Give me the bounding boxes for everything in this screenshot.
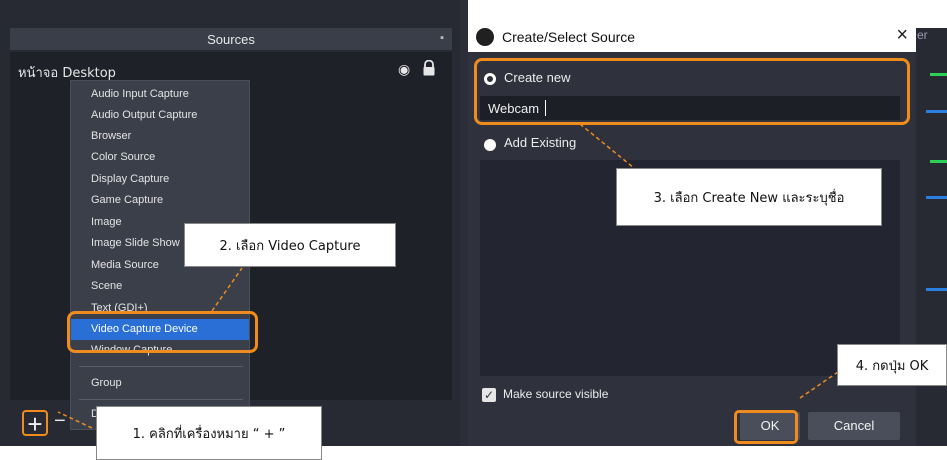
menu-item-display-capture[interactable]: Display Capture bbox=[71, 169, 249, 190]
dialog-title: Create/Select Source bbox=[502, 29, 636, 45]
annotation-step-3: 3. เลือก Create New และระบุชื่อ bbox=[616, 168, 882, 226]
menu-item-audio-input-capture[interactable]: Audio Input Capture bbox=[71, 84, 249, 105]
volume-slider-bar[interactable] bbox=[926, 288, 947, 291]
volume-slider-bar[interactable] bbox=[926, 196, 947, 199]
annotation-step-2: 2. เลือก Video Capture bbox=[184, 223, 396, 267]
volume-meter-bar bbox=[930, 73, 947, 76]
make-visible-label[interactable]: Make source visible bbox=[503, 387, 608, 401]
sources-dock-header: Sources ▪ bbox=[10, 28, 452, 50]
cancel-button[interactable]: Cancel bbox=[808, 412, 900, 440]
annotation-step-1: 1. คลิกที่เครื่องหมาย “ + ” bbox=[96, 406, 322, 460]
obs-logo-icon bbox=[476, 28, 494, 46]
volume-meter-bar bbox=[930, 160, 947, 163]
add-existing-label[interactable]: Add Existing bbox=[504, 135, 576, 150]
menu-separator bbox=[79, 399, 243, 400]
sources-dock-title: Sources bbox=[207, 31, 255, 47]
source-item-desktop[interactable]: หน้าจอ Desktop bbox=[18, 62, 448, 81]
close-icon[interactable]: × bbox=[896, 24, 908, 47]
menu-item-game-capture[interactable]: Game Capture bbox=[71, 190, 249, 211]
menu-item-browser[interactable]: Browser bbox=[71, 126, 249, 147]
visibility-eye-icon[interactable]: ◉ bbox=[398, 61, 410, 78]
menu-item-scene[interactable]: Scene bbox=[71, 276, 249, 297]
highlight-create-new bbox=[474, 58, 910, 125]
remove-source-button[interactable]: − bbox=[54, 410, 66, 433]
lock-icon[interactable] bbox=[422, 60, 436, 76]
dock-float-icon[interactable]: ▪ bbox=[440, 32, 444, 44]
dialog-title-bar: Create/Select Source × bbox=[468, 22, 916, 52]
volume-slider-bar[interactable] bbox=[926, 110, 947, 113]
annotation-step-4: 4. กดปุ่ม OK bbox=[837, 344, 947, 386]
add-existing-radio[interactable] bbox=[484, 139, 496, 151]
menu-item-group[interactable]: Group bbox=[71, 373, 249, 394]
menu-item-audio-output-capture[interactable]: Audio Output Capture bbox=[71, 105, 249, 126]
highlight-ok bbox=[734, 410, 798, 444]
menu-item-color-source[interactable]: Color Source bbox=[71, 147, 249, 168]
audio-mixer-dock-title: er bbox=[917, 28, 928, 42]
menu-separator bbox=[79, 366, 243, 367]
highlight-video-capture bbox=[67, 311, 258, 353]
dock-gap bbox=[460, 0, 468, 446]
add-source-button[interactable]: + bbox=[22, 410, 48, 437]
make-visible-checkbox[interactable]: ✓ bbox=[482, 388, 496, 402]
